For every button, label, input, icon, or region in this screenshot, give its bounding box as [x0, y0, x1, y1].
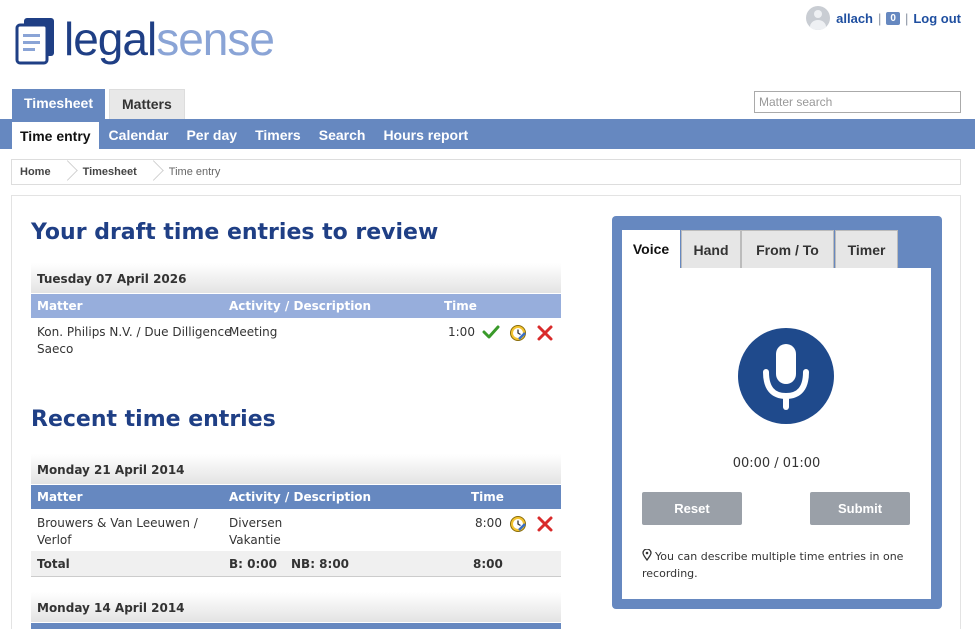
- recent-section-title: Recent time entries: [31, 407, 276, 432]
- logo[interactable]: legalsense: [14, 13, 275, 68]
- tab-timesheet[interactable]: Timesheet: [12, 89, 105, 119]
- row-matter-sub: Saeco: [37, 342, 74, 356]
- tab-timer[interactable]: Timer: [835, 230, 898, 269]
- user-avatar-icon[interactable]: [806, 6, 831, 30]
- delete-x-icon[interactable]: [536, 515, 554, 533]
- recent-day-header: Monday 21 April 2014: [31, 454, 561, 484]
- nav-time-entry[interactable]: Time entry: [12, 122, 99, 149]
- recording-timer: 00:00 / 01:00: [732, 456, 821, 471]
- sub-navigation: Time entry Calendar Per day Timers Searc…: [0, 119, 975, 149]
- row-matter: Kon. Philips N.V. / Due Dilligence: [37, 325, 232, 339]
- table-row: Brouwers & Van Leeuwen / Verlof Diversen…: [31, 515, 561, 551]
- logo-wordmark: legalsense: [64, 13, 275, 65]
- entry-panel: Voice Hand From / To Timer 00:00 / 01:00…: [612, 216, 942, 609]
- column-activity: Activity / Description: [229, 299, 372, 313]
- notification-badge[interactable]: 0: [886, 11, 900, 25]
- total-billable: B: 0:00: [229, 557, 277, 571]
- draft-column-header: Matter Activity / Description Time: [31, 294, 561, 318]
- total-row: Total B: 0:00 NB: 8:00 8:00: [31, 551, 561, 577]
- recent-column-header: [31, 623, 561, 629]
- matter-search-input[interactable]: [754, 91, 961, 113]
- nav-search[interactable]: Search: [311, 119, 374, 149]
- user-bar: allach | 0 | Log out: [806, 6, 961, 30]
- approve-check-icon[interactable]: [482, 323, 500, 341]
- tab-from-to[interactable]: From / To: [741, 230, 834, 269]
- column-time: Time: [444, 299, 477, 313]
- column-matter: Matter: [37, 299, 83, 313]
- voice-panel-body: 00:00 / 01:00 Reset Submit You can descr…: [622, 268, 931, 599]
- row-matter: Brouwers & Van Leeuwen /: [37, 516, 198, 530]
- logout-link[interactable]: Log out: [913, 11, 961, 26]
- recent-column-header: Matter Activity / Description Time: [31, 485, 561, 509]
- breadcrumb-home[interactable]: Home: [12, 160, 65, 184]
- chevron-right-icon: [65, 160, 75, 184]
- separator: |: [878, 10, 882, 26]
- row-time: 1:00: [448, 325, 475, 339]
- column-activity: Activity / Description: [229, 490, 372, 504]
- total-label: Total: [37, 557, 70, 571]
- voice-hint-text: You can describe multiple time entries i…: [642, 550, 904, 580]
- tab-matters[interactable]: Matters: [109, 89, 185, 119]
- record-button[interactable]: [738, 328, 834, 424]
- draft-section-title: Your draft time entries to review: [31, 220, 439, 245]
- separator: |: [904, 10, 909, 26]
- edit-clock-icon[interactable]: [509, 515, 527, 533]
- edit-clock-icon[interactable]: [509, 324, 527, 342]
- delete-x-icon[interactable]: [536, 324, 554, 342]
- draft-day-header: Tuesday 07 April 2026: [31, 263, 561, 293]
- total-time: 8:00: [473, 557, 503, 571]
- breadcrumb: Home Timesheet Time entry: [11, 159, 961, 185]
- nav-timers[interactable]: Timers: [247, 119, 309, 149]
- recent-day-header: Monday 14 April 2014: [31, 592, 561, 622]
- column-time: Time: [471, 490, 504, 504]
- tab-hand[interactable]: Hand: [681, 230, 741, 269]
- row-activity-sub: Vakantie: [229, 533, 281, 547]
- tab-voice[interactable]: Voice: [622, 230, 680, 270]
- row-time: 8:00: [475, 516, 502, 530]
- nav-per-day[interactable]: Per day: [178, 119, 245, 149]
- main-tabs: Timesheet Matters: [12, 89, 189, 119]
- microphone-icon: [763, 344, 809, 410]
- row-matter-sub: Verlof: [37, 533, 72, 547]
- total-nonbillable: NB: 8:00: [291, 557, 350, 571]
- reset-button[interactable]: Reset: [642, 492, 742, 525]
- voice-hint: You can describe multiple time entries i…: [642, 548, 922, 582]
- column-matter: Matter: [37, 490, 83, 504]
- nav-hours-report[interactable]: Hours report: [375, 119, 476, 149]
- row-activity: Meeting: [229, 325, 278, 339]
- chevron-right-icon: [151, 160, 161, 184]
- username-link[interactable]: allach: [836, 11, 873, 26]
- row-activity: Diversen: [229, 516, 283, 530]
- breadcrumb-time-entry: Time entry: [168, 166, 221, 178]
- nav-calendar[interactable]: Calendar: [101, 119, 177, 149]
- location-pin-icon: [642, 548, 652, 562]
- breadcrumb-timesheet[interactable]: Timesheet: [75, 160, 151, 184]
- submit-button[interactable]: Submit: [810, 492, 910, 525]
- logo-document-icon: [15, 18, 54, 65]
